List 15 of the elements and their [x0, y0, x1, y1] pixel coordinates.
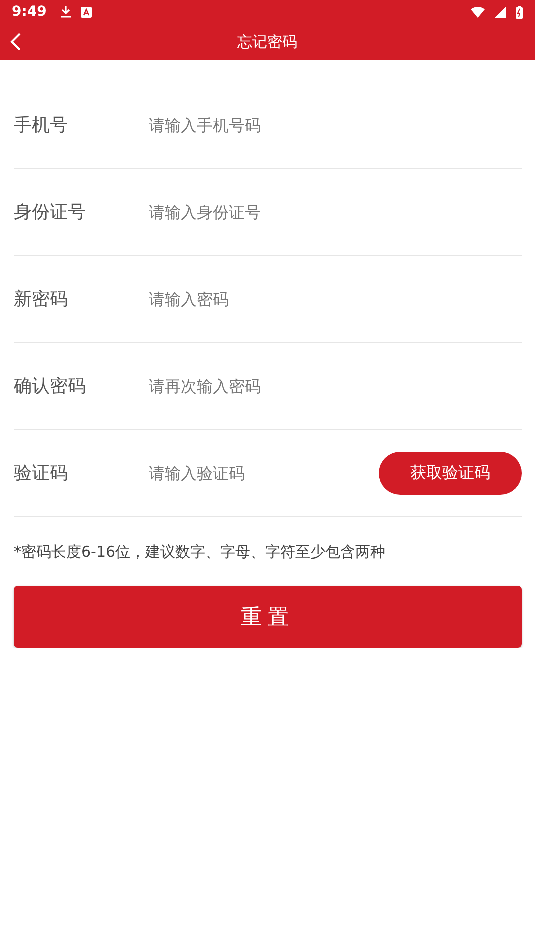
field-label: 确认密码: [14, 375, 87, 398]
field-label: 手机号: [14, 114, 69, 137]
app-notification-icon: [80, 6, 92, 18]
battery-icon: [516, 6, 523, 18]
reset-button[interactable]: 重置: [14, 586, 522, 648]
wifi-icon: [471, 6, 485, 18]
password-hint: *密码长度6-16位，建议数字、字母、字符至少包含两种: [14, 543, 387, 562]
field-label: 身份证号: [14, 201, 87, 224]
get-code-button[interactable]: 获取验证码: [379, 452, 522, 494]
download-icon: [60, 6, 71, 18]
signal-icon: [495, 6, 506, 18]
status-time: 9:49: [12, 4, 47, 20]
page-title: 忘记密码: [238, 32, 298, 52]
field-label: 验证码: [14, 462, 69, 485]
field-label: 新密码: [14, 288, 69, 311]
